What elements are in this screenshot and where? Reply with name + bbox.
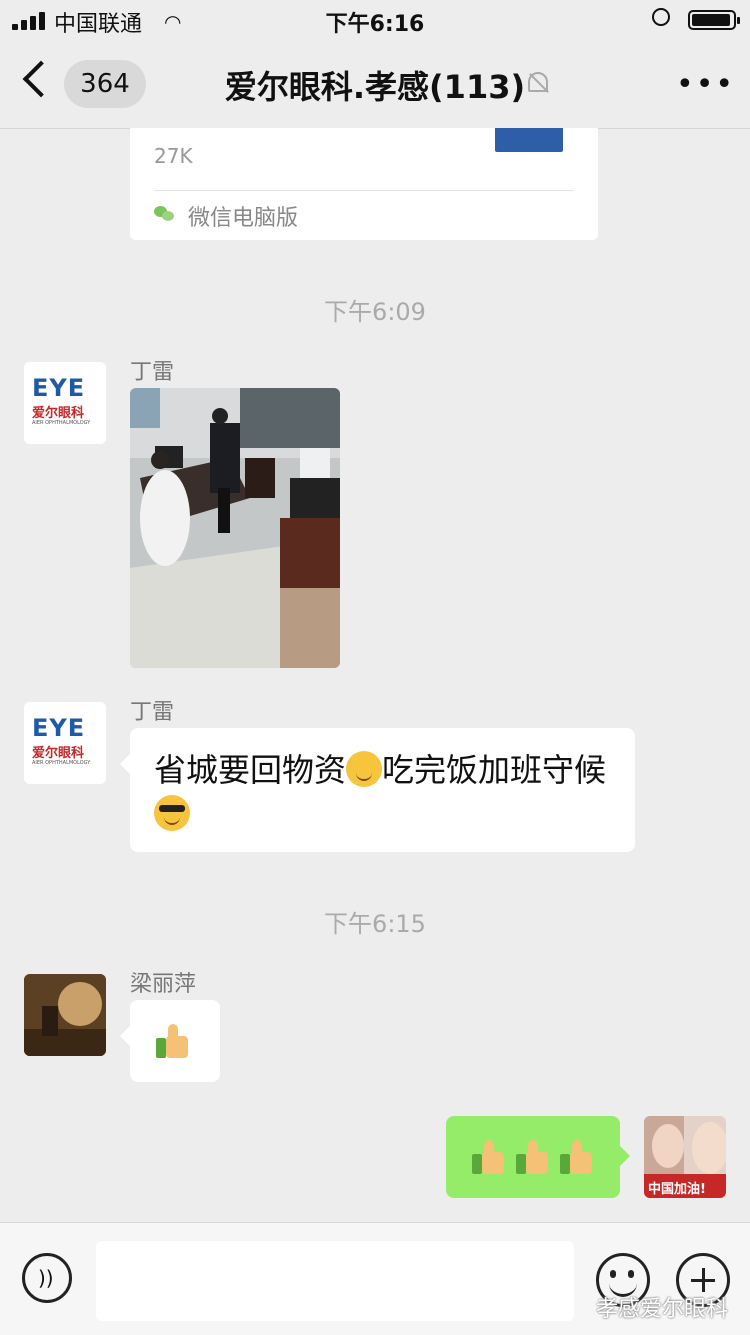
mute-bell-icon (528, 72, 548, 92)
office-photo (130, 388, 340, 668)
voice-icon: )) (38, 1266, 54, 1290)
logo-eye-text: EYE (32, 374, 86, 402)
message-text: 吃完饭加班守候 (382, 751, 607, 789)
back-chevron-icon[interactable] (22, 60, 60, 98)
eye-logo: EYE 爱尔眼科 AIER OPHTHALMOLOGY (24, 362, 106, 444)
unread-count-badge[interactable]: 364 (64, 60, 146, 108)
flushed-emoji-icon (346, 751, 383, 787)
voice-input-button[interactable]: )) (22, 1253, 72, 1303)
divider (154, 190, 574, 191)
thumbs-up-icon (472, 1138, 506, 1176)
avatar[interactable]: EYE 爱尔眼科 AIER OPHTHALMOLOGY (24, 702, 106, 784)
clock: 下午6:16 (325, 12, 425, 37)
file-icon (495, 128, 563, 152)
sender-name: 丁雷 (130, 360, 175, 385)
file-source-label: 微信电脑版 (188, 206, 299, 231)
logo-cn-text: 爱尔眼科 (32, 746, 85, 761)
photo-message[interactable] (130, 388, 340, 668)
self-avatar[interactable]: 中国加油! (644, 1116, 726, 1198)
rotation-lock-icon (652, 8, 670, 26)
chat-header: 364 爱尔眼科.孝感(113) ••• (0, 40, 750, 129)
status-bar: 中国联通 ◠ 下午6:16 (0, 0, 750, 40)
more-icon[interactable]: ••• (676, 70, 735, 100)
sent-message-bubble[interactable] (446, 1116, 630, 1198)
message-text: 省城要回物资 (154, 751, 347, 789)
timestamp: 下午6:09 (324, 298, 426, 326)
smile-eye (628, 1270, 634, 1278)
chat-title-text: 爱尔眼科.孝感(113) (224, 68, 526, 106)
message-input[interactable] (96, 1241, 574, 1321)
sender-name: 丁雷 (130, 700, 175, 725)
avatar-photo (24, 974, 106, 1056)
sunglasses-emoji-icon (154, 795, 190, 831)
logo-en-text: AIER OPHTHALMOLOGY (32, 420, 91, 426)
logo-cn-text: 爱尔眼科 (32, 406, 85, 421)
input-bar: )) 孝感爱尔眼科 (0, 1222, 750, 1335)
sender-name: 梁丽萍 (130, 972, 197, 997)
file-message-card[interactable]: 27K 微信电脑版 (130, 128, 598, 240)
thumbs-up-icon (156, 1022, 190, 1060)
eye-logo: EYE 爱尔眼科 AIER OPHTHALMOLOGY (24, 702, 106, 784)
avatar[interactable]: EYE 爱尔眼科 AIER OPHTHALMOLOGY (24, 362, 106, 444)
battery-icon (688, 10, 740, 30)
thumbs-up-icon (560, 1138, 594, 1176)
text-message-bubble[interactable]: 省城要回物资 吃完饭加班守候 (120, 728, 635, 852)
wechat-icon (154, 204, 174, 224)
file-size: 27K (154, 144, 193, 168)
watermark: 孝感爱尔眼科 (595, 1297, 728, 1322)
self-avatar-caption: 中国加油! (648, 1182, 706, 1197)
timestamp: 下午6:15 (324, 910, 426, 938)
logo-en-text: AIER OPHTHALMOLOGY (32, 760, 91, 766)
avatar[interactable] (24, 974, 106, 1056)
smile-eye (610, 1270, 616, 1278)
plus-icon (702, 1268, 705, 1292)
thumbs-up-icon (516, 1138, 550, 1176)
logo-eye-text: EYE (32, 714, 86, 742)
emoji-message-bubble[interactable] (120, 1000, 220, 1082)
